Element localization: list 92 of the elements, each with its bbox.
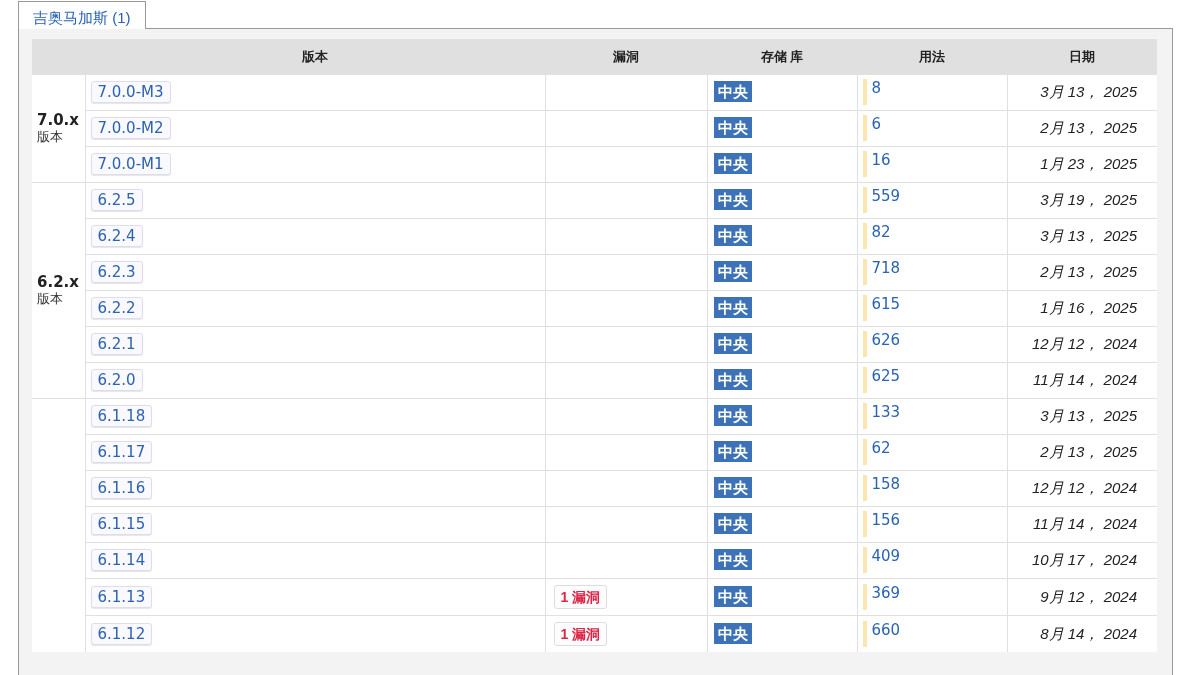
version-link[interactable]: 6.1.16	[90, 477, 153, 499]
repository-tag[interactable]: 中央	[713, 513, 752, 534]
tab[interactable]: 吉奥马加斯 (1)	[18, 1, 146, 29]
usage-bar	[862, 223, 867, 249]
release-date: 3月 13， 2025	[1040, 227, 1137, 244]
version-link[interactable]: 6.1.13	[90, 585, 153, 608]
version-link[interactable]: 7.0.0-M3	[90, 81, 171, 103]
usage-link[interactable]: 369	[871, 583, 901, 602]
usage-bar	[862, 620, 867, 647]
version-link[interactable]: 6.1.14	[90, 549, 153, 571]
usage-bar	[862, 295, 867, 321]
repository-tag[interactable]: 中央	[713, 225, 752, 246]
repository-tag[interactable]: 中央	[713, 261, 752, 282]
usage-link[interactable]: 6	[871, 115, 882, 133]
version-link[interactable]: 6.2.4	[90, 225, 143, 247]
column-header: 版本	[302, 48, 328, 64]
usage-bar	[862, 331, 867, 357]
usage-bar	[862, 511, 867, 537]
repository-tag[interactable]: 中央	[713, 189, 752, 210]
repository-tag[interactable]: 中央	[713, 405, 752, 426]
usage-link[interactable]: 133	[871, 403, 901, 421]
version-link[interactable]: 7.0.0-M1	[90, 153, 171, 175]
version-link[interactable]: 6.2.0	[90, 369, 143, 391]
release-date: 2月 13， 2025	[1040, 119, 1137, 136]
usage-link[interactable]: 625	[871, 367, 901, 385]
version-link[interactable]: 7.0.0-M2	[90, 117, 171, 139]
usage-link[interactable]: 8	[871, 79, 882, 97]
usage-link[interactable]: 626	[871, 331, 901, 349]
usage-bar	[862, 475, 867, 501]
repository-tag[interactable]: 中央	[713, 369, 752, 390]
repository-tag[interactable]: 中央	[713, 117, 752, 138]
usage-link[interactable]: 16	[871, 151, 891, 169]
version-link[interactable]: 6.1.15	[90, 513, 153, 535]
usage-link[interactable]: 409	[871, 547, 901, 565]
usage-bar	[862, 547, 867, 573]
version-link[interactable]: 6.1.18	[90, 405, 153, 427]
column-header: 漏洞	[613, 48, 639, 64]
repository-tag[interactable]: 中央	[713, 297, 752, 318]
usage-link[interactable]: 559	[871, 187, 901, 205]
usage-link[interactable]: 718	[871, 259, 901, 277]
repository-tag[interactable]: 中央	[713, 441, 752, 462]
version-link[interactable]: 6.1.17	[90, 441, 153, 463]
release-date: 8月 14， 2024	[1040, 624, 1137, 642]
usage-bar	[862, 151, 867, 177]
version-link[interactable]: 6.2.5	[90, 189, 143, 211]
release-date: 1月 23， 2025	[1040, 155, 1137, 172]
repository-tag[interactable]: 中央	[713, 622, 752, 644]
release-date: 9月 12， 2024	[1040, 587, 1137, 605]
release-date: 12月 12， 2024	[1031, 479, 1137, 496]
repository-tag[interactable]: 中央	[713, 549, 752, 570]
repository-tag[interactable]: 中央	[713, 333, 752, 354]
usage-link[interactable]: 62	[871, 439, 891, 457]
release-date: 10月 17， 2024	[1031, 551, 1137, 568]
column-header: 日期	[1069, 48, 1095, 64]
release-date: 3月 19， 2025	[1040, 191, 1137, 208]
usage-link[interactable]: 82	[871, 223, 891, 241]
usage-bar	[862, 403, 867, 429]
group-title: 7.0.x	[37, 111, 80, 129]
repository-tag[interactable]: 中央	[713, 153, 752, 174]
usage-link[interactable]: 660	[871, 620, 901, 639]
column-header: 用法	[919, 48, 945, 64]
repository-tag[interactable]: 中央	[713, 477, 752, 498]
usage-bar	[862, 367, 867, 393]
group-title: 6.2.x	[37, 273, 80, 291]
release-date: 1月 16， 2025	[1040, 299, 1137, 316]
release-date: 3月 13， 2025	[1040, 83, 1137, 100]
version-link[interactable]: 6.2.2	[90, 297, 143, 319]
usage-bar	[862, 115, 867, 141]
group-subtitle: 版本	[37, 291, 64, 307]
version-link[interactable]: 6.1.12	[90, 622, 153, 645]
release-date: 2月 13， 2025	[1040, 443, 1137, 460]
release-date: 11月 14， 2024	[1033, 371, 1137, 388]
vulnerability-badge[interactable]: 1 漏洞	[553, 621, 608, 646]
group-subtitle: 版本	[37, 129, 64, 145]
usage-link[interactable]: 156	[871, 511, 901, 529]
usage-bar	[862, 259, 867, 285]
release-date: 12月 12， 2024	[1031, 335, 1137, 352]
release-date: 11月 14， 2024	[1033, 515, 1137, 532]
usage-link[interactable]: 158	[871, 475, 901, 493]
usage-bar	[862, 583, 867, 610]
repository-tag[interactable]: 中央	[713, 585, 752, 607]
release-date: 2月 13， 2025	[1040, 263, 1137, 280]
usage-bar	[862, 79, 867, 105]
version-link[interactable]: 6.2.3	[90, 261, 143, 283]
repository-tag[interactable]: 中央	[713, 81, 752, 102]
version-link[interactable]: 6.2.1	[90, 333, 143, 355]
usage-link[interactable]: 615	[871, 295, 901, 313]
usage-bar	[862, 187, 867, 213]
column-header: 存储 库	[760, 48, 804, 64]
usage-bar	[862, 439, 867, 465]
release-date: 3月 13， 2025	[1040, 407, 1137, 424]
vulnerability-badge[interactable]: 1 漏洞	[553, 584, 608, 609]
